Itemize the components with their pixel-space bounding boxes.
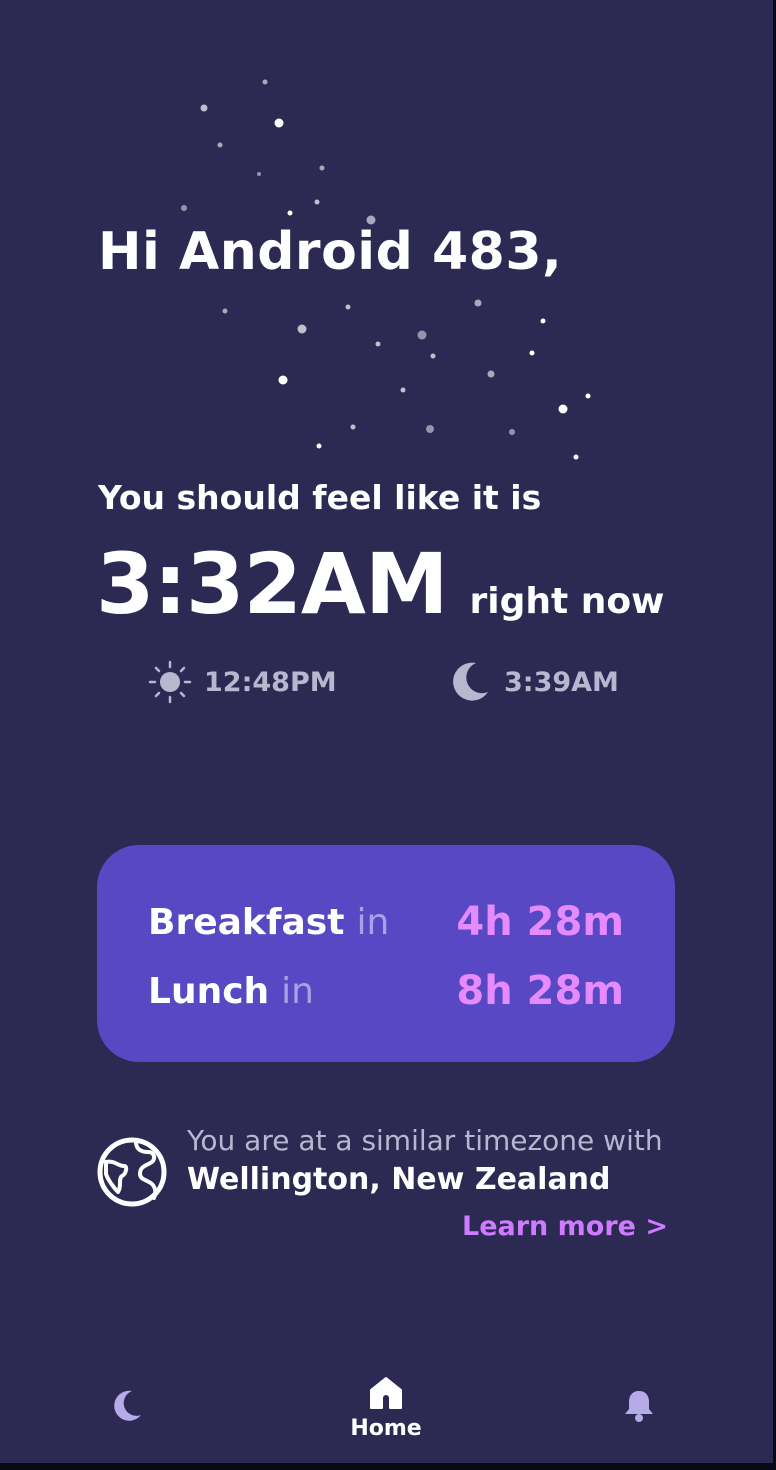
moon-icon [114,1390,141,1421]
greeting-title: Hi Android 483, [98,222,563,282]
timezone-city: Wellington, New Zealand [187,1162,611,1197]
meal-name: Lunch [148,970,270,1012]
sun-time-item: 12:48PM [148,660,337,704]
body-clock-time: 3:32AM [96,535,449,633]
bottom-navigation: Home [0,1350,776,1463]
timezone-caption: You are at a similar timezone with [187,1124,663,1157]
meal-countdown-card: Breakfast in 4h 28m Lunch in 8h 28m [97,845,675,1062]
nav-home-button[interactable]: Home [340,1376,432,1441]
nav-home-label: Home [350,1416,422,1441]
meal-row-breakfast: Breakfast in 4h 28m [148,899,624,945]
meal-countdown: 8h 28m [456,968,624,1014]
meal-countdown: 4h 28m [456,899,624,945]
screen-edge-bottom [0,1463,776,1470]
meal-connector: in [356,901,390,943]
home-icon [370,1377,402,1409]
nav-sleep-button[interactable] [108,1388,144,1424]
moon-icon [453,662,488,701]
bell-icon [625,1391,653,1422]
nav-alerts-button[interactable] [622,1388,656,1424]
sun-time: 12:48PM [204,666,337,698]
body-clock-time-row: 3:32AM right now [96,535,664,633]
meal-connector: in [281,970,314,1012]
globe-icon [97,1137,167,1207]
sun-icon [148,660,192,704]
moon-time: 3:39AM [504,666,619,698]
meal-row-lunch: Lunch in 8h 28m [148,968,624,1014]
meal-name: Breakfast [148,901,345,943]
feel-label: You should feel like it is [98,478,542,517]
learn-more-link[interactable]: Learn more > [462,1211,668,1242]
body-clock-suffix: right now [469,581,665,622]
moon-time-item: 3:39AM [448,660,619,704]
